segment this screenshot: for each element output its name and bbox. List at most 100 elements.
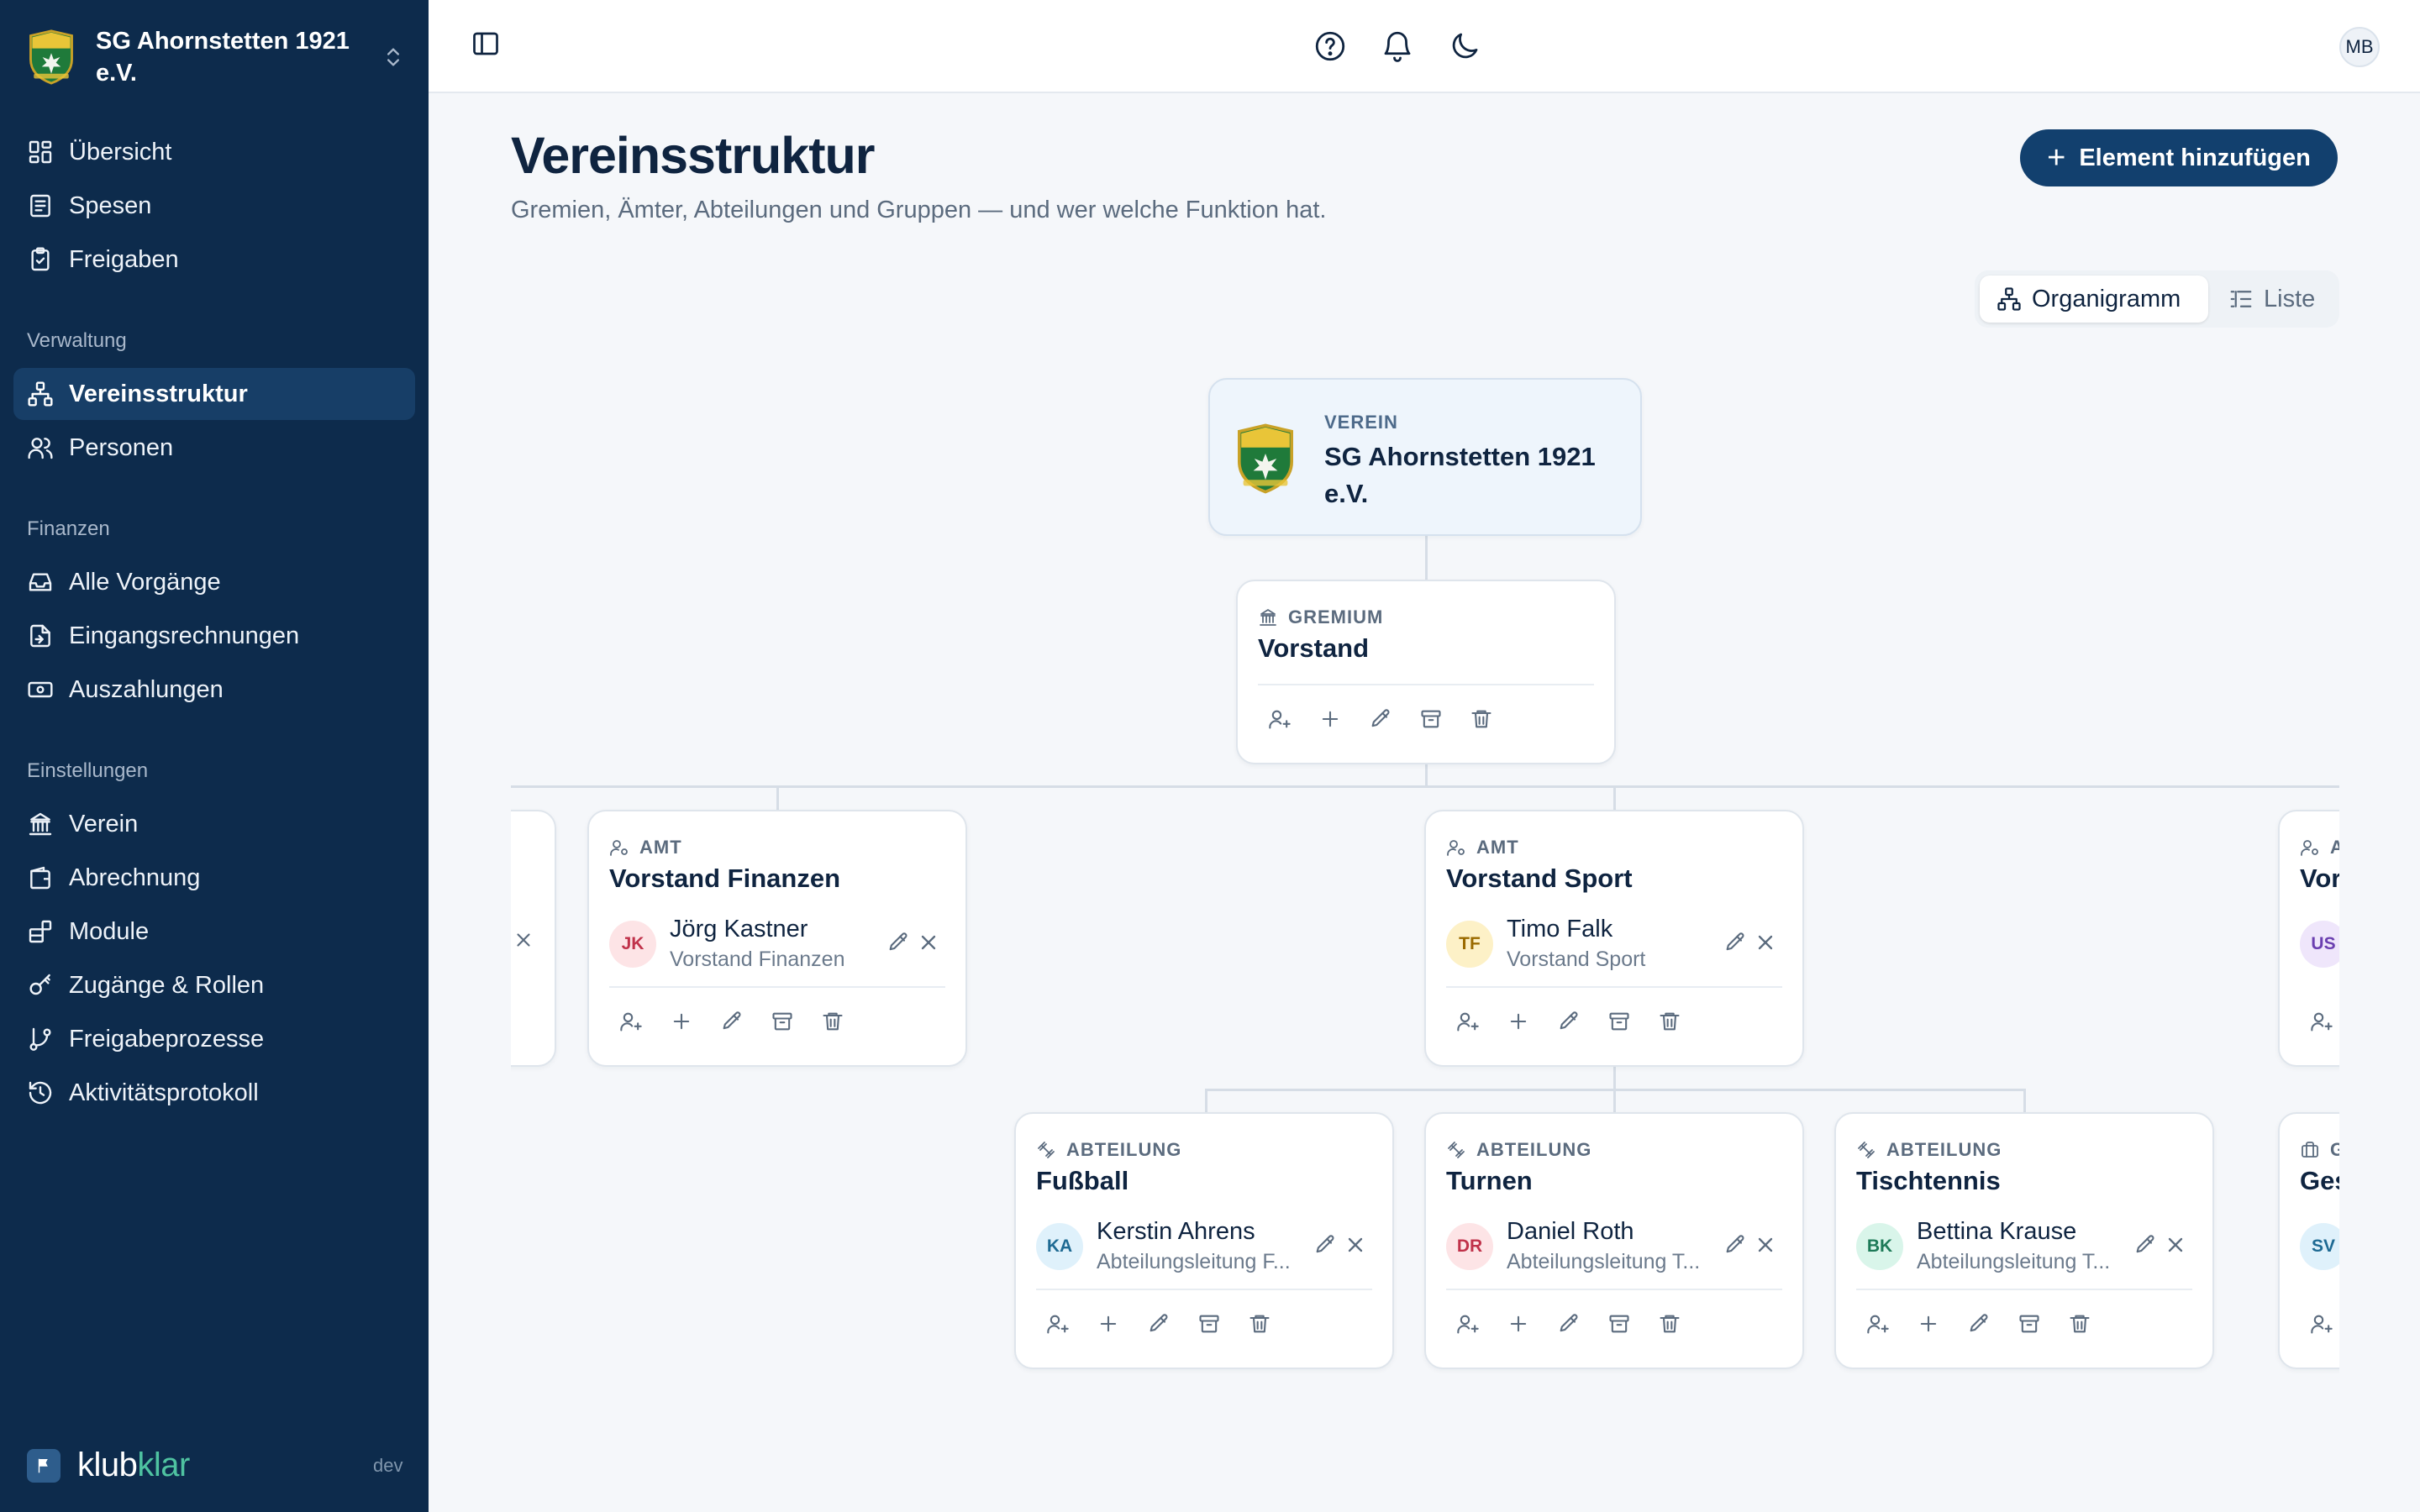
divider xyxy=(1036,1289,1372,1290)
view-organigramm-tab[interactable]: Organigramm xyxy=(1980,276,2208,323)
add-child-icon[interactable] xyxy=(1917,1312,1940,1336)
add-child-icon[interactable] xyxy=(1318,707,1342,731)
connector xyxy=(1613,785,1616,812)
edit-icon[interactable] xyxy=(1557,1312,1581,1336)
delete-icon[interactable] xyxy=(1470,707,1493,731)
nav-abrechnung[interactable]: Abrechnung xyxy=(13,852,415,904)
edit-person-icon[interactable] xyxy=(1723,931,1747,954)
edit-icon[interactable] xyxy=(720,1010,744,1033)
nav-vereinsstruktur[interactable]: Vereinsstruktur xyxy=(13,368,415,420)
archive-icon[interactable] xyxy=(1197,1312,1221,1336)
archive-icon[interactable] xyxy=(1607,1312,1631,1336)
sidebar-toggle-icon[interactable] xyxy=(471,29,501,59)
edit-icon[interactable] xyxy=(1369,707,1392,731)
remove-person-icon[interactable] xyxy=(917,931,940,954)
delete-icon[interactable] xyxy=(1658,1312,1681,1336)
add-person-icon[interactable] xyxy=(1456,1312,1480,1336)
divider xyxy=(1446,1289,1782,1290)
edit-icon[interactable] xyxy=(1967,1312,1991,1336)
edit-person-icon[interactable] xyxy=(1313,1233,1337,1257)
add-person-icon[interactable] xyxy=(619,1010,643,1033)
divider xyxy=(1856,1289,2192,1290)
org-node-vorstand-finanzen[interactable]: AMT Vorstand Finanzen JK Jörg Kastner Vo… xyxy=(587,810,967,1067)
moon-icon[interactable] xyxy=(1447,29,1482,64)
org-node-partial-left[interactable] xyxy=(511,810,556,1067)
add-person-icon[interactable] xyxy=(1866,1312,1890,1336)
add-child-icon[interactable] xyxy=(1097,1312,1120,1336)
org-node-verein[interactable]: VEREIN SG Ahornstetten 1921 e.V. xyxy=(1208,378,1642,536)
edit-person-icon[interactable] xyxy=(886,931,910,954)
edit-person-icon[interactable] xyxy=(2133,1233,2157,1257)
club-crest-icon xyxy=(1235,423,1296,494)
archive-icon[interactable] xyxy=(1419,707,1443,731)
node-type-row: AMT xyxy=(609,837,682,858)
edit-person-icon[interactable] xyxy=(1723,1233,1747,1257)
node-actions xyxy=(1268,707,1520,731)
connector xyxy=(1425,534,1428,581)
nav-freigaben[interactable]: Freigaben xyxy=(13,234,415,286)
page-subtitle: Gremien, Ämter, Abteilungen und Gruppen … xyxy=(511,197,1327,223)
nav-aktivitaetsprotokoll[interactable]: Aktivitätsprotokoll xyxy=(13,1067,415,1119)
nav-personen[interactable]: Personen xyxy=(13,422,415,474)
nav-verein[interactable]: Verein xyxy=(13,798,415,850)
org-node-vorstand-sport[interactable]: AMT Vorstand Sport TF Timo Falk Vorstand… xyxy=(1424,810,1804,1067)
help-icon[interactable] xyxy=(1313,29,1348,64)
bell-icon[interactable] xyxy=(1380,29,1415,64)
add-person-icon[interactable] xyxy=(1456,1010,1480,1033)
node-type: GREMIUM xyxy=(1288,606,1384,627)
nav-zugaenge-rollen[interactable]: Zugänge & Rollen xyxy=(13,959,415,1011)
delete-icon[interactable] xyxy=(2068,1312,2091,1336)
nav-module[interactable]: Module xyxy=(13,906,415,958)
view-liste-tab[interactable]: Liste xyxy=(2225,276,2334,323)
nav-eingangsrechnungen[interactable]: Eingangsrechnungen xyxy=(13,610,415,662)
add-element-label: Element hinzufügen xyxy=(2079,144,2311,171)
edit-icon[interactable] xyxy=(1147,1312,1171,1336)
person-role: Vorstand Finanzen xyxy=(670,948,845,971)
node-name: SG Ahornstetten 1921 e.V. xyxy=(1324,442,1596,508)
nav-auszahlungen[interactable]: Auszahlungen xyxy=(13,664,415,716)
nav-label: Freigabeprozesse xyxy=(69,1025,265,1053)
git-branch-icon xyxy=(29,1027,51,1051)
edit-icon[interactable] xyxy=(1557,1010,1581,1033)
archive-icon[interactable] xyxy=(771,1010,794,1033)
add-child-icon[interactable] xyxy=(670,1010,693,1033)
add-child-icon[interactable] xyxy=(1507,1312,1530,1336)
org-node-partial-right-2[interactable]: G Ges SV xyxy=(2278,1112,2339,1369)
nav-freigabeprozesse[interactable]: Freigabeprozesse xyxy=(13,1013,415,1065)
org-name: SG Ahornstetten 1921 e.V. xyxy=(96,28,350,87)
person-avatar: DR xyxy=(1446,1223,1493,1270)
person-name: Jörg Kastner xyxy=(670,916,808,942)
add-person-icon[interactable] xyxy=(2310,1010,2333,1033)
archive-icon[interactable] xyxy=(1607,1010,1631,1033)
remove-person-icon[interactable] xyxy=(1344,1233,1367,1257)
user-avatar[interactable]: MB xyxy=(2339,27,2380,67)
org-node-turnen[interactable]: ABTEILUNG Turnen DR Daniel Roth Abteilun… xyxy=(1424,1112,1804,1369)
archive-icon[interactable] xyxy=(2018,1312,2041,1336)
node-type-row: ABTEILUNG xyxy=(1446,1139,1591,1161)
org-switcher[interactable]: SG Ahornstetten 1921 e.V. xyxy=(27,24,405,91)
remove-person-icon[interactable] xyxy=(2164,1233,2187,1257)
node-type: AMT xyxy=(639,837,682,858)
add-person-icon[interactable] xyxy=(2310,1312,2333,1336)
add-element-button[interactable]: + Element hinzufügen xyxy=(2020,129,2338,186)
add-person-icon[interactable] xyxy=(1268,707,1292,731)
delete-icon[interactable] xyxy=(821,1010,844,1033)
nav-alle-vorgaenge[interactable]: Alle Vorgänge xyxy=(13,556,415,608)
org-node-fussball[interactable]: ABTEILUNG Fußball KA Kerstin Ahrens Abte… xyxy=(1014,1112,1394,1369)
nav-spesen[interactable]: Spesen xyxy=(13,180,415,232)
remove-person-icon[interactable] xyxy=(1754,931,1777,954)
chevron-updown-icon[interactable] xyxy=(381,40,405,74)
org-node-tischtennis[interactable]: ABTEILUNG Tischtennis BK Bettina Krause … xyxy=(1834,1112,2214,1369)
org-node-vorstand[interactable]: GREMIUM Vorstand xyxy=(1236,580,1616,764)
person-row: US xyxy=(2300,916,2339,974)
remove-person-icon[interactable] xyxy=(1754,1233,1777,1257)
node-name: Tischtennis xyxy=(1856,1166,2001,1195)
nav-uebersicht[interactable]: Übersicht xyxy=(13,126,415,178)
delete-icon[interactable] xyxy=(1658,1010,1681,1033)
org-node-partial-right[interactable]: A Vor US xyxy=(2278,810,2339,1067)
remove-person-icon[interactable] xyxy=(513,929,534,951)
add-child-icon[interactable] xyxy=(1507,1010,1530,1033)
delete-icon[interactable] xyxy=(1248,1312,1271,1336)
list-tree-icon xyxy=(2230,291,2252,307)
add-person-icon[interactable] xyxy=(1046,1312,1070,1336)
